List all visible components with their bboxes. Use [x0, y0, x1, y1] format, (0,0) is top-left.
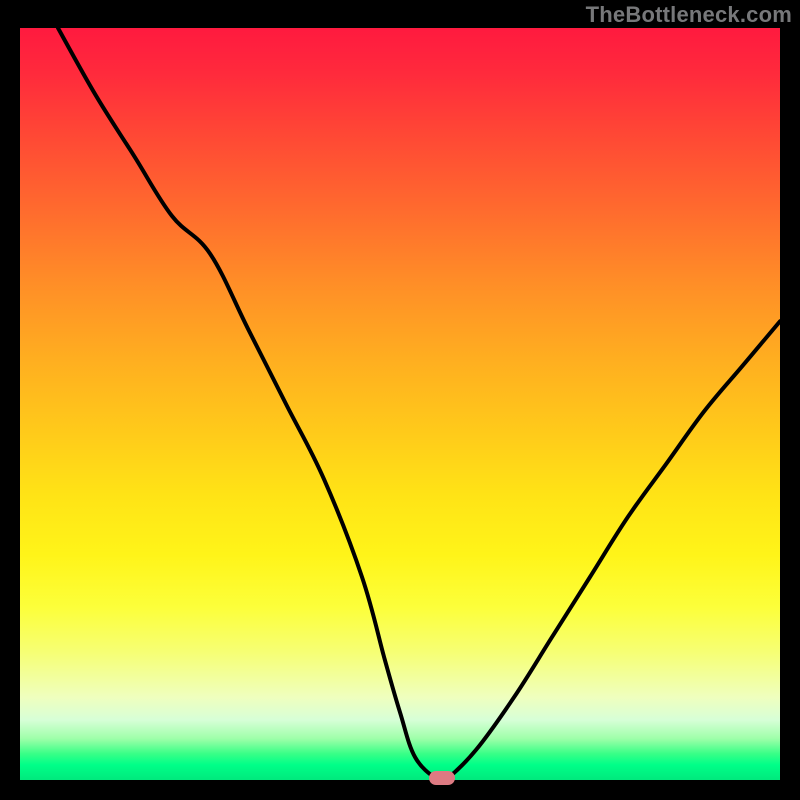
plot-area [20, 28, 780, 780]
watermark-text: TheBottleneck.com [586, 2, 792, 28]
min-marker [429, 771, 455, 785]
chart-frame: TheBottleneck.com [0, 0, 800, 800]
curve-path [58, 28, 780, 780]
curve-svg [20, 28, 780, 780]
